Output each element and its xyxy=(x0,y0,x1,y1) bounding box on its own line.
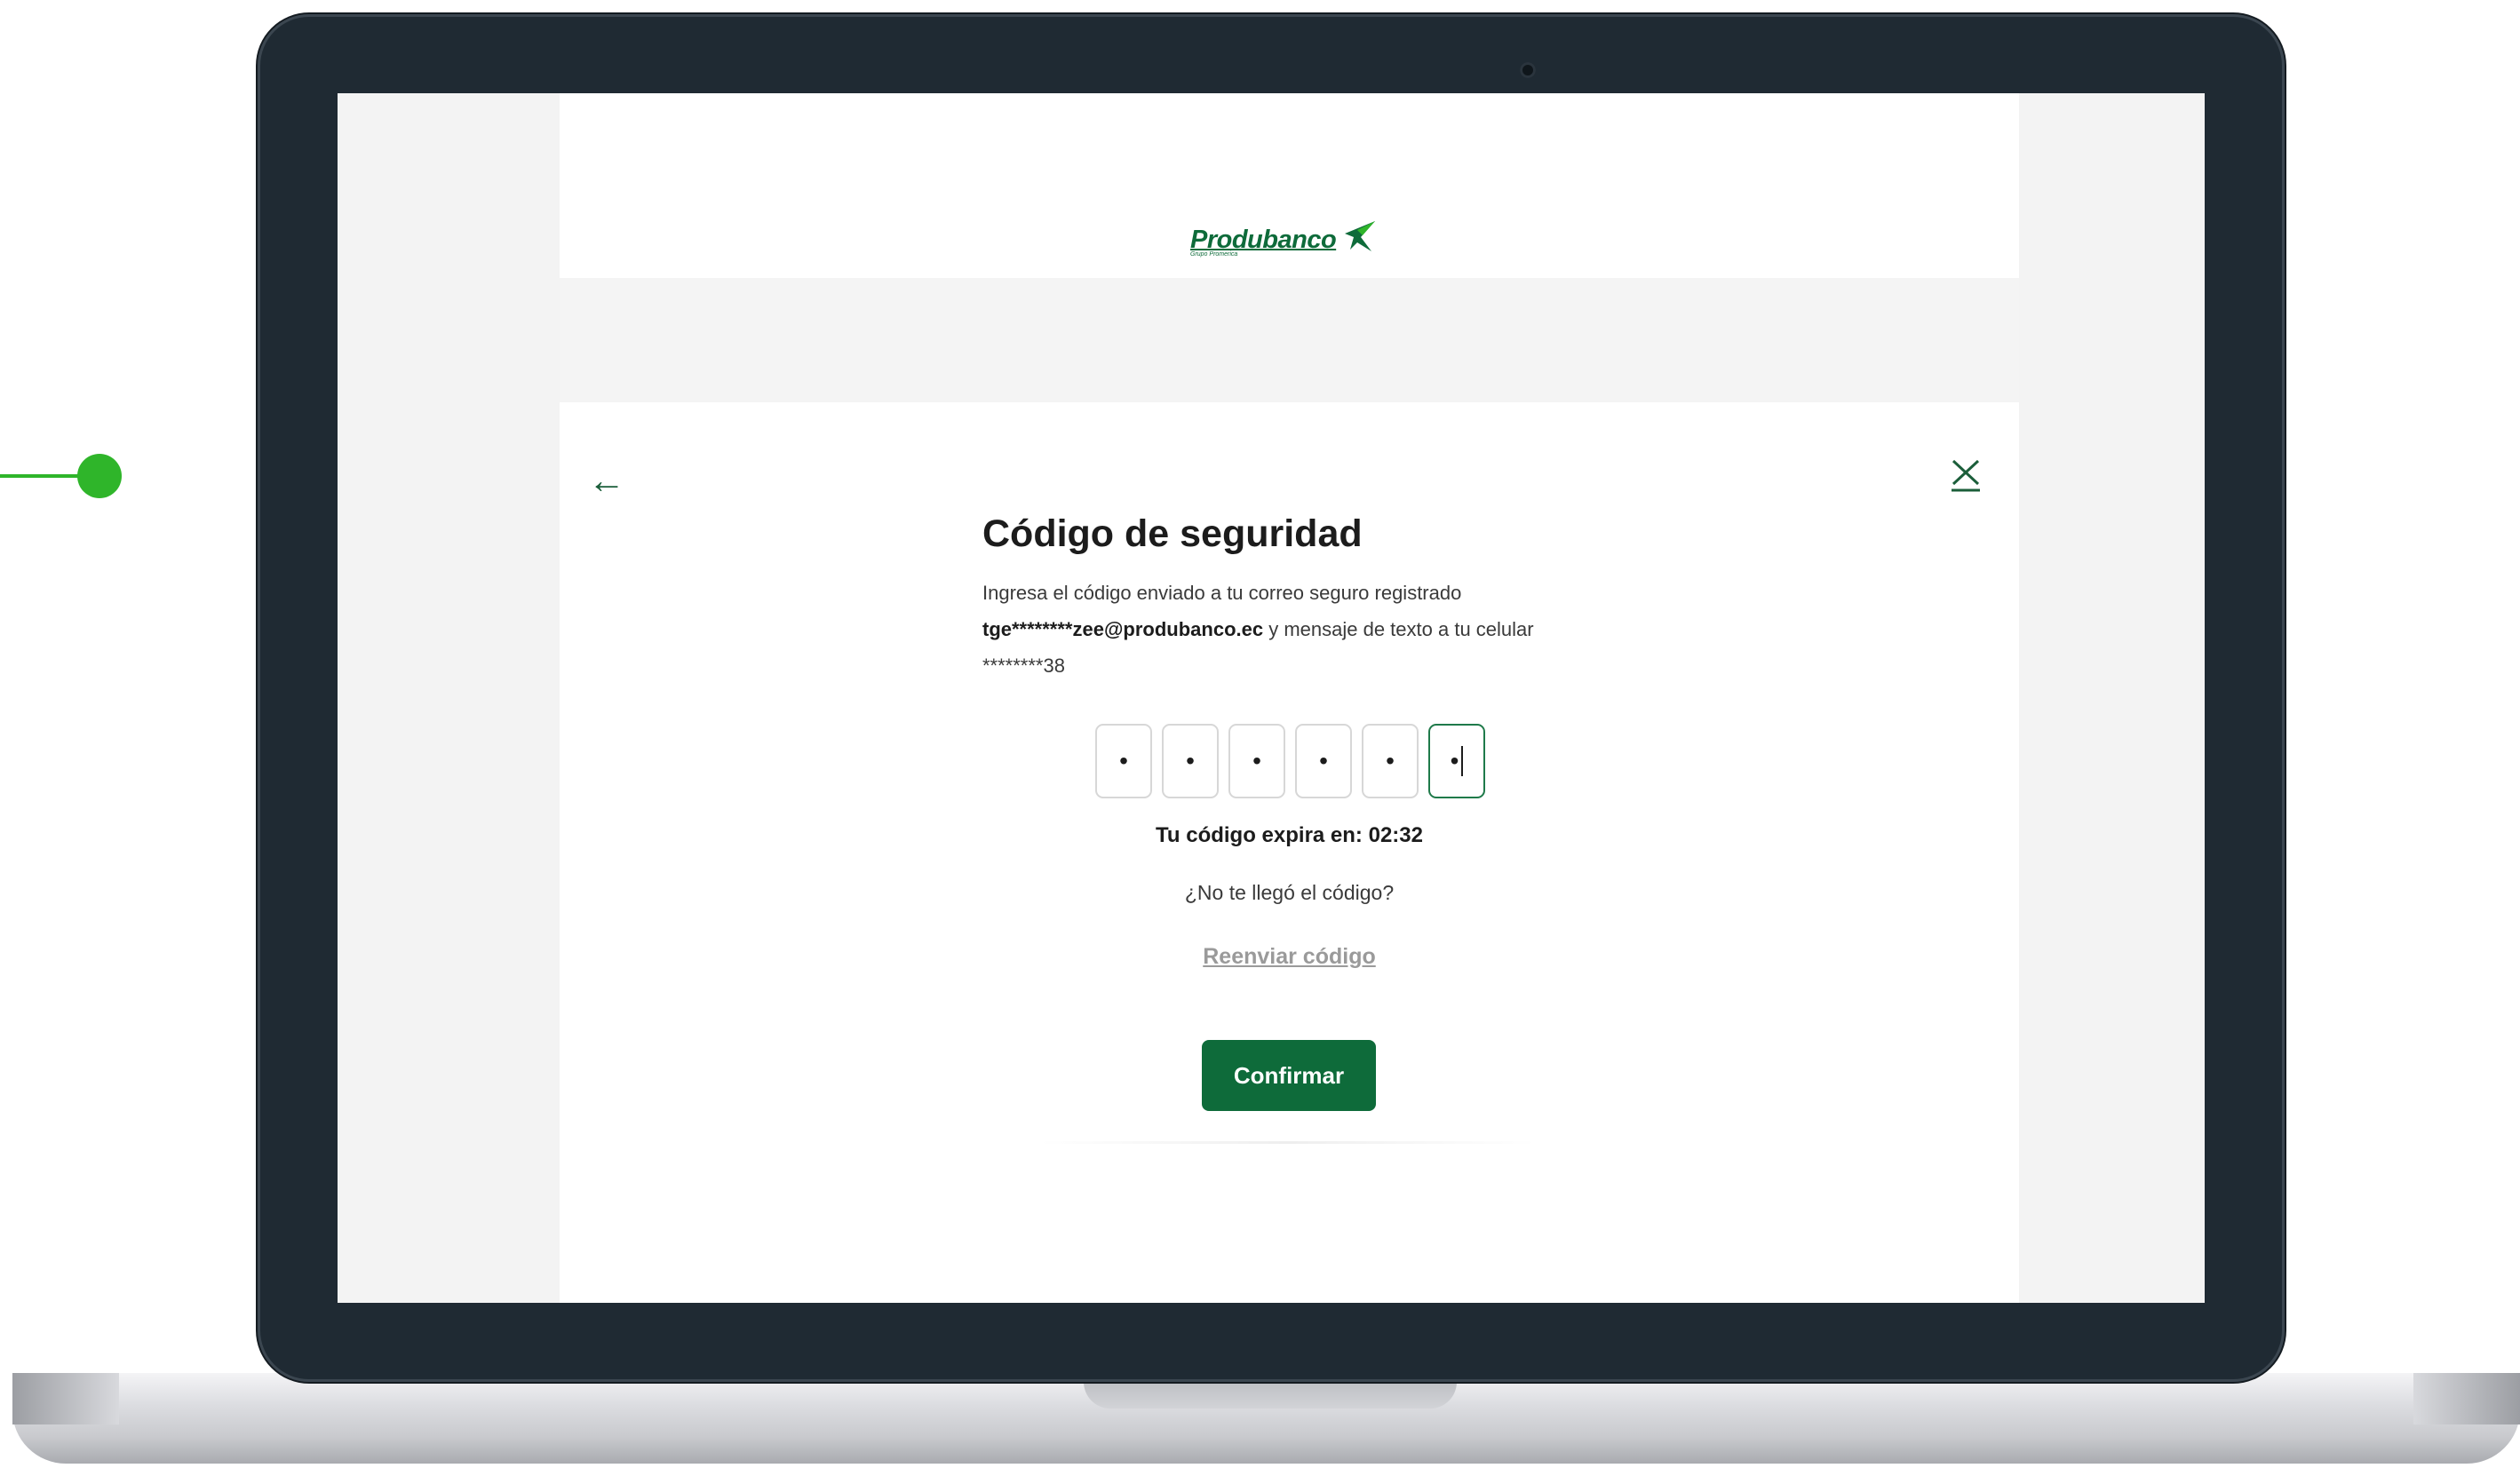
resend-code-link[interactable]: Reenviar código xyxy=(560,944,2019,970)
otp-digit-input[interactable]: • xyxy=(1162,724,1219,798)
camera-icon xyxy=(1520,62,1536,78)
otp-digit-value: • xyxy=(1450,747,1459,774)
text-caret xyxy=(1461,746,1464,776)
web-page: Produbanco Grupo Promerica ← Código de s… xyxy=(560,93,2019,1303)
logo-tagline: Grupo Promerica xyxy=(1190,251,1238,258)
no-code-question: ¿No te llegó el código? xyxy=(1184,881,1395,904)
masked-email: tge********zee@produbanco.ec xyxy=(982,618,1264,640)
laptop-base-edge-left xyxy=(12,1373,119,1424)
arrow-left-icon[interactable]: ← xyxy=(588,462,625,499)
otp-digit-input[interactable]: • xyxy=(1228,724,1285,798)
instruction-mid: y mensaje de texto a tu celular xyxy=(1263,618,1534,640)
masked-phone: ********38 xyxy=(982,655,1065,677)
header-band xyxy=(560,278,2019,402)
close-icon[interactable] xyxy=(1951,457,1981,493)
otp-digit-input[interactable]: • xyxy=(1362,724,1419,798)
laptop-screen: Produbanco Grupo Promerica ← Código de s… xyxy=(338,93,2205,1303)
otp-digit-input[interactable]: • xyxy=(1295,724,1352,798)
divider xyxy=(1039,1141,1537,1144)
page-header: Produbanco Grupo Promerica xyxy=(560,93,2019,278)
otp-digit-input-active[interactable]: • xyxy=(1428,724,1485,798)
page-title: Código de seguridad xyxy=(982,512,1363,555)
logo-star-icon xyxy=(1345,221,1376,251)
produbanco-logo: Produbanco xyxy=(1190,216,1380,255)
laptop-base-edge-right xyxy=(2413,1373,2520,1424)
instruction-text: Ingresa el código enviado a tu correo se… xyxy=(982,575,1551,684)
instruction-prefix: Ingresa el código enviado a tu correo se… xyxy=(982,582,1462,604)
callout-dot xyxy=(77,454,122,498)
expiry-timer: Tu código expira en: 02:32 xyxy=(1156,823,1423,847)
otp-digit-input[interactable]: • xyxy=(1095,724,1152,798)
confirm-button[interactable]: Confirmar xyxy=(1202,1040,1376,1111)
otp-input-group: • • • • • • xyxy=(1095,724,1485,798)
